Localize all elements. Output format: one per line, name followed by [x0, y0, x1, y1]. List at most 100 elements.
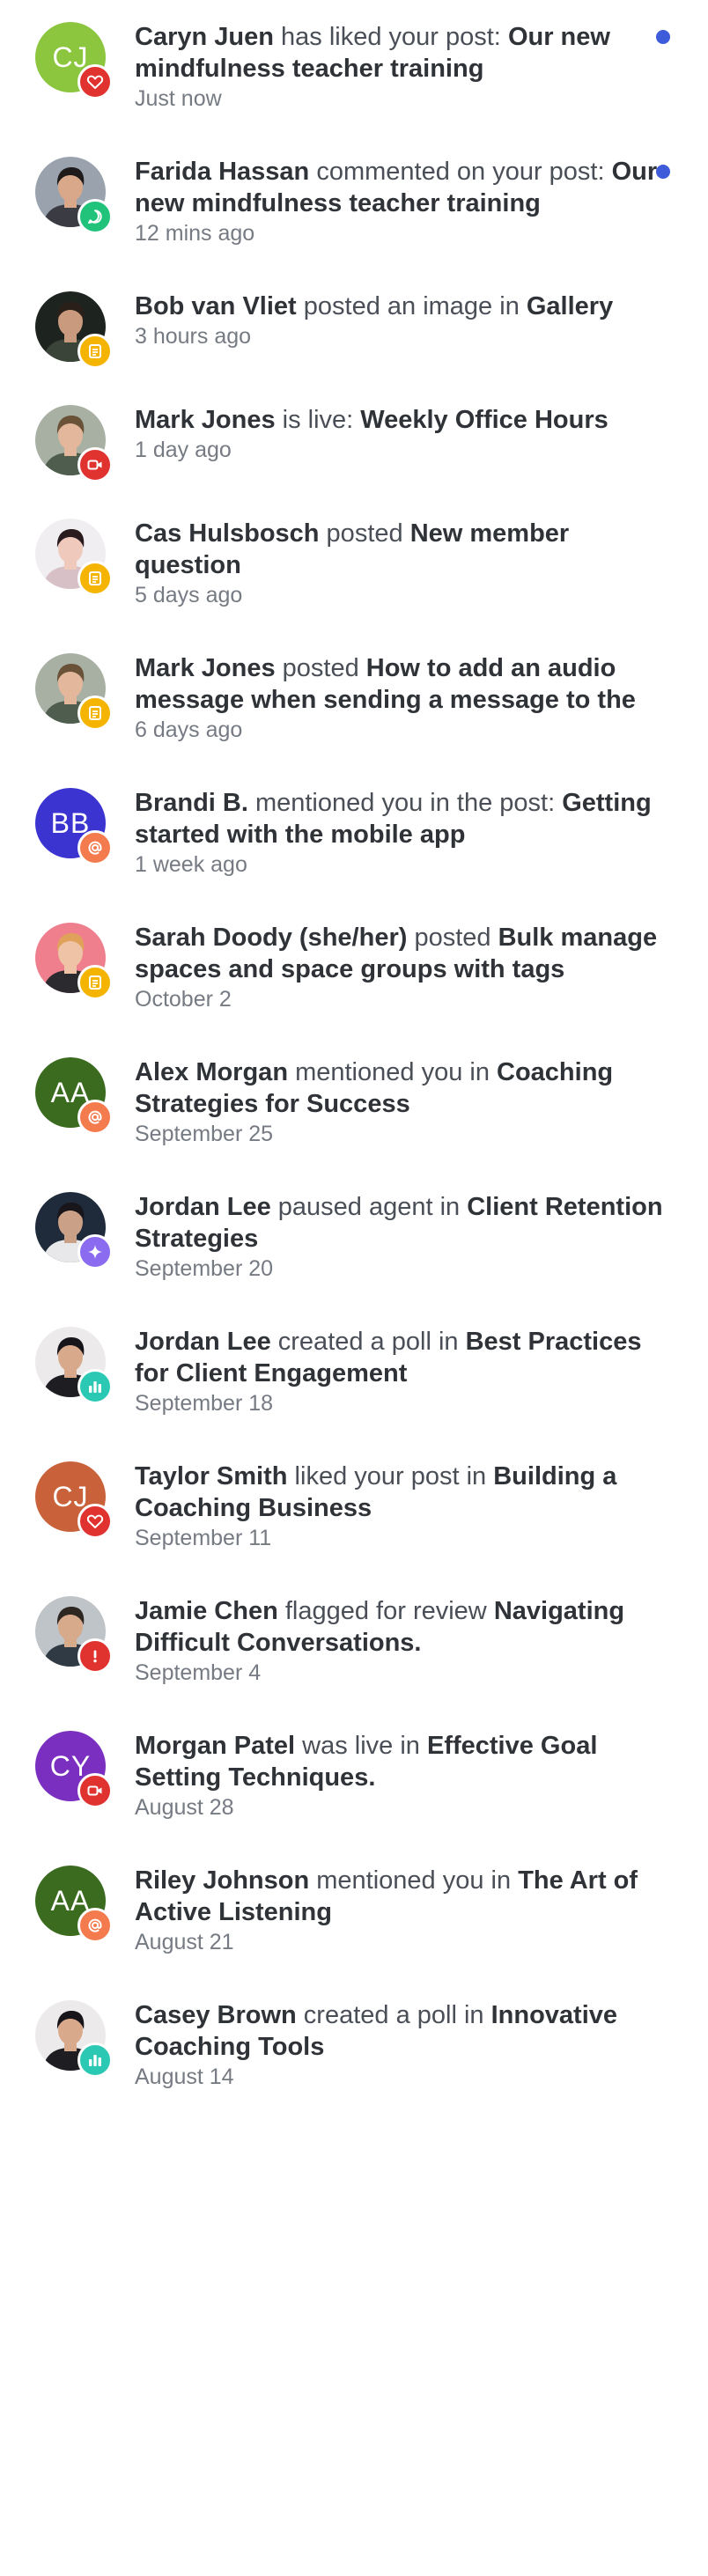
action-text: mentioned you in: [288, 1058, 498, 1086]
notification-text: Jordan Lee paused agent in Client Retent…: [135, 1191, 672, 1255]
notification-item[interactable]: Farida Hassan commented on your post: Ou…: [0, 135, 708, 267]
unread-dot: [656, 165, 670, 179]
heart-icon: [77, 64, 113, 99]
timestamp: August 14: [135, 2064, 234, 2089]
mention-icon: [77, 830, 113, 865]
notification-text: Cas Hulsbosch posted New member question: [135, 518, 672, 581]
notification-text: Sarah Doody (she/her) posted Bulk manage…: [135, 922, 672, 985]
timestamp: September 18: [135, 1391, 274, 1416]
video-icon: [77, 447, 113, 482]
comment-icon: [77, 199, 113, 234]
timestamp: September 4: [135, 1660, 262, 1685]
actor-name[interactable]: Mark Jones: [135, 406, 276, 434]
action-text: was live in: [295, 1732, 427, 1760]
sparkle-icon: [77, 1234, 113, 1270]
timestamp: 6 days ago: [135, 718, 243, 742]
notification-text: Farida Hassan commented on your post: Ou…: [135, 156, 672, 219]
actor-name[interactable]: Jamie Chen: [135, 1597, 278, 1625]
notification-text: Jamie Chen flagged for review Navigating…: [135, 1595, 672, 1659]
action-text: paused agent in: [270, 1193, 468, 1221]
notification-item[interactable]: CJ Caryn Juen has liked your post: Our n…: [0, 0, 708, 132]
timestamp: September 20: [135, 1256, 274, 1281]
actor-name[interactable]: Caryn Juen: [135, 23, 274, 51]
actor-name[interactable]: Jordan Lee: [135, 1328, 271, 1356]
action-text: posted: [319, 519, 410, 548]
timestamp: August 28: [135, 1795, 234, 1820]
actor-name[interactable]: Bob van Vliet: [135, 292, 297, 320]
actor-name[interactable]: Jordan Lee: [135, 1193, 271, 1221]
mention-icon: [77, 1908, 113, 1943]
notification-text: Morgan Patel was live in Effective Goal …: [135, 1730, 672, 1793]
timestamp: August 21: [135, 1930, 234, 1954]
poll-icon: [77, 1369, 113, 1404]
unread-dot: [656, 30, 670, 44]
actor-name[interactable]: Casey Brown: [135, 2001, 297, 2029]
timestamp: 1 day ago: [135, 438, 232, 462]
action-text: has liked your post:: [273, 23, 508, 51]
notification-text: Taylor Smith liked your post in Building…: [135, 1461, 672, 1524]
post-icon: [77, 965, 113, 1000]
notification-item[interactable]: Casey Brown created a poll in Innovative…: [0, 1978, 708, 2110]
notification-item[interactable]: AA Alex Morgan mentioned you in Coaching…: [0, 1035, 708, 1167]
timestamp: 5 days ago: [135, 583, 243, 607]
target-title[interactable]: Weekly Office Hours: [360, 406, 608, 434]
actor-name[interactable]: Sarah Doody (she/her): [135, 924, 407, 952]
timestamp: Just now: [135, 86, 222, 111]
notification-item[interactable]: CJ Taylor Smith liked your post in Build…: [0, 1439, 708, 1571]
notification-text: Mark Jones is live: Weekly Office Hours: [135, 404, 672, 436]
notification-text: Jordan Lee created a poll in Best Practi…: [135, 1326, 672, 1389]
mention-icon: [77, 1100, 113, 1135]
actor-name[interactable]: Brandi B.: [135, 789, 248, 817]
actor-name[interactable]: Morgan Patel: [135, 1732, 295, 1760]
actor-name[interactable]: Alex Morgan: [135, 1058, 288, 1086]
notification-item[interactable]: Jordan Lee created a poll in Best Practi…: [0, 1305, 708, 1437]
notification-item[interactable]: Bob van Vliet posted an image in Gallery…: [0, 269, 708, 401]
notification-item[interactable]: Cas Hulsbosch posted New member question…: [0, 497, 708, 629]
notification-text: Casey Brown created a poll in Innovative…: [135, 1999, 672, 2063]
notification-text: Mark Jones posted How to add an audio me…: [135, 652, 672, 716]
post-icon: [77, 696, 113, 731]
actor-name[interactable]: Cas Hulsbosch: [135, 519, 320, 548]
action-text: liked your post in: [287, 1462, 494, 1490]
notification-text: Alex Morgan mentioned you in Coaching St…: [135, 1056, 672, 1120]
actor-name[interactable]: Riley Johnson: [135, 1866, 309, 1895]
action-text: posted: [407, 924, 498, 952]
actor-name[interactable]: Farida Hassan: [135, 158, 309, 186]
action-text: is live:: [275, 406, 361, 434]
post-icon: [77, 334, 113, 369]
notification-item[interactable]: Jordan Lee paused agent in Client Retent…: [0, 1170, 708, 1302]
notification-item[interactable]: CY Morgan Patel was live in Effective Go…: [0, 1709, 708, 1841]
notification-text: Caryn Juen has liked your post: Our new …: [135, 21, 672, 85]
actor-name[interactable]: Mark Jones: [135, 654, 276, 682]
action-text: mentioned you in the post:: [247, 789, 563, 817]
timestamp: September 25: [135, 1122, 274, 1146]
action-text: created a poll in: [296, 2001, 491, 2029]
post-icon: [77, 561, 113, 596]
heart-icon: [77, 1504, 113, 1539]
timestamp: 1 week ago: [135, 852, 247, 877]
action-text: posted an image in: [296, 292, 527, 320]
action-text: mentioned you in: [309, 1866, 519, 1895]
notification-text: Brandi B. mentioned you in the post: Get…: [135, 787, 672, 850]
notification-item[interactable]: Mark Jones posted How to add an audio me…: [0, 631, 708, 763]
notification-text: Riley Johnson mentioned you in The Art o…: [135, 1865, 672, 1928]
action-text: flagged for review: [277, 1597, 494, 1625]
timestamp: September 11: [135, 1526, 272, 1550]
action-text: posted: [275, 654, 366, 682]
notification-item[interactable]: Jamie Chen flagged for review Navigating…: [0, 1574, 708, 1706]
timestamp: October 2: [135, 987, 232, 1012]
video-icon: [77, 1773, 113, 1808]
notification-item[interactable]: BB Brandi B. mentioned you in the post: …: [0, 766, 708, 898]
actor-name[interactable]: Taylor Smith: [135, 1462, 288, 1490]
notification-item[interactable]: Mark Jones is live: Weekly Office Hours …: [0, 383, 708, 515]
timestamp: 12 mins ago: [135, 221, 255, 246]
alert-icon: [77, 1638, 113, 1674]
target-title[interactable]: Gallery: [527, 292, 613, 320]
poll-icon: [77, 2042, 113, 2078]
action-text: created a poll in: [270, 1328, 466, 1356]
notification-item[interactable]: Sarah Doody (she/her) posted Bulk manage…: [0, 901, 708, 1033]
notification-text: Bob van Vliet posted an image in Gallery: [135, 291, 672, 322]
action-text: commented on your post:: [309, 158, 612, 186]
timestamp: 3 hours ago: [135, 324, 252, 349]
notification-item[interactable]: AA Riley Johnson mentioned you in The Ar…: [0, 1844, 708, 1976]
